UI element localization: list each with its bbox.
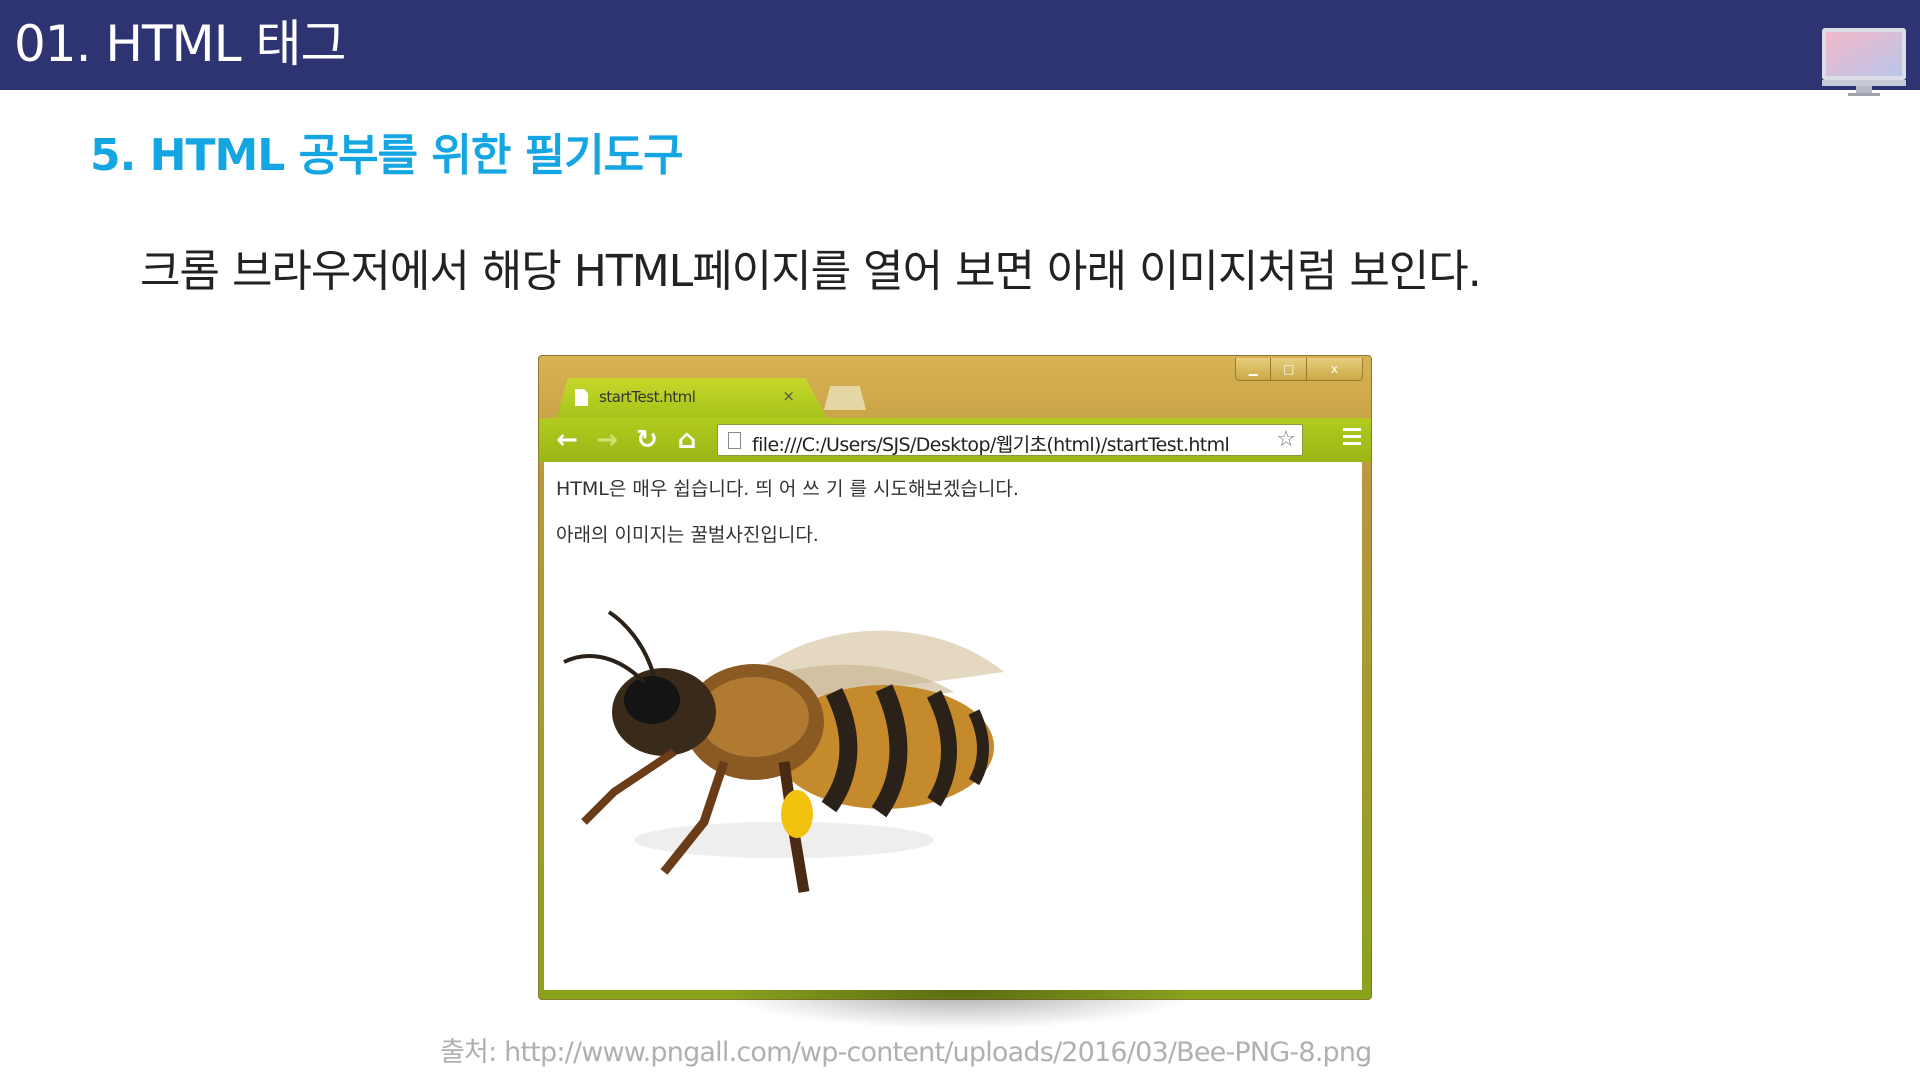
address-bar[interactable]: file:///C:/Users/SJS/Desktop/웹기초(html)/s… (717, 424, 1303, 456)
header-title: 01. HTML 태그 (14, 15, 346, 73)
page-icon (728, 432, 741, 449)
url-text: file:///C:/Users/SJS/Desktop/웹기초(html)/s… (752, 434, 1230, 456)
page-content: HTML은 매우 쉽습니다. 띄 어 쓰 기 를 시도해보겠습니다. 아래의 이… (544, 462, 1362, 990)
window-controls: ▁ □ x (1235, 358, 1363, 381)
source-caption: 출처: http://www.pngall.com/wp-content/upl… (440, 1037, 1372, 1068)
tab-label: startTest.html (599, 388, 696, 406)
maximize-button[interactable]: □ (1271, 358, 1307, 380)
description-text: 크롬 브라우저에서 해당 HTML페이지를 열어 보면 아래 이미지처럼 보인다… (140, 246, 1482, 297)
bookmark-star-icon[interactable]: ☆ (1276, 427, 1296, 452)
back-arrow-icon[interactable]: ← (553, 426, 581, 454)
bee-image (563, 610, 1004, 893)
menu-icon[interactable] (1343, 428, 1361, 446)
reload-icon[interactable]: ↻ (633, 426, 661, 454)
browser-shadow (720, 990, 1200, 1030)
tab-starttest[interactable]: startTest.html × (557, 378, 827, 418)
header-bar: 01. HTML 태그 (0, 0, 1920, 96)
new-tab-button[interactable] (824, 386, 866, 410)
browser-toolbar: ← → ↻ ⌂ file:///C:/Users/SJS/Desktop/웹기초… (539, 418, 1371, 462)
home-icon[interactable]: ⌂ (673, 426, 701, 454)
monitor-icon (1822, 28, 1906, 96)
content-line-2: 아래의 이미지는 꿀벌사진입니다. (556, 524, 819, 546)
minimize-button[interactable]: ▁ (1236, 358, 1272, 380)
tab-close-icon[interactable]: × (782, 387, 795, 405)
file-icon (575, 389, 588, 406)
forward-arrow-icon[interactable]: → (593, 426, 621, 454)
close-window-button[interactable]: x (1306, 358, 1362, 380)
section-title: 5. HTML 공부를 위한 필기도구 (90, 130, 684, 181)
content-line-1: HTML은 매우 쉽습니다. 띄 어 쓰 기 를 시도해보겠습니다. (556, 478, 1019, 500)
browser-window: ▁ □ x startTest.html × ← → ↻ ⌂ file:///C… (538, 355, 1372, 1000)
